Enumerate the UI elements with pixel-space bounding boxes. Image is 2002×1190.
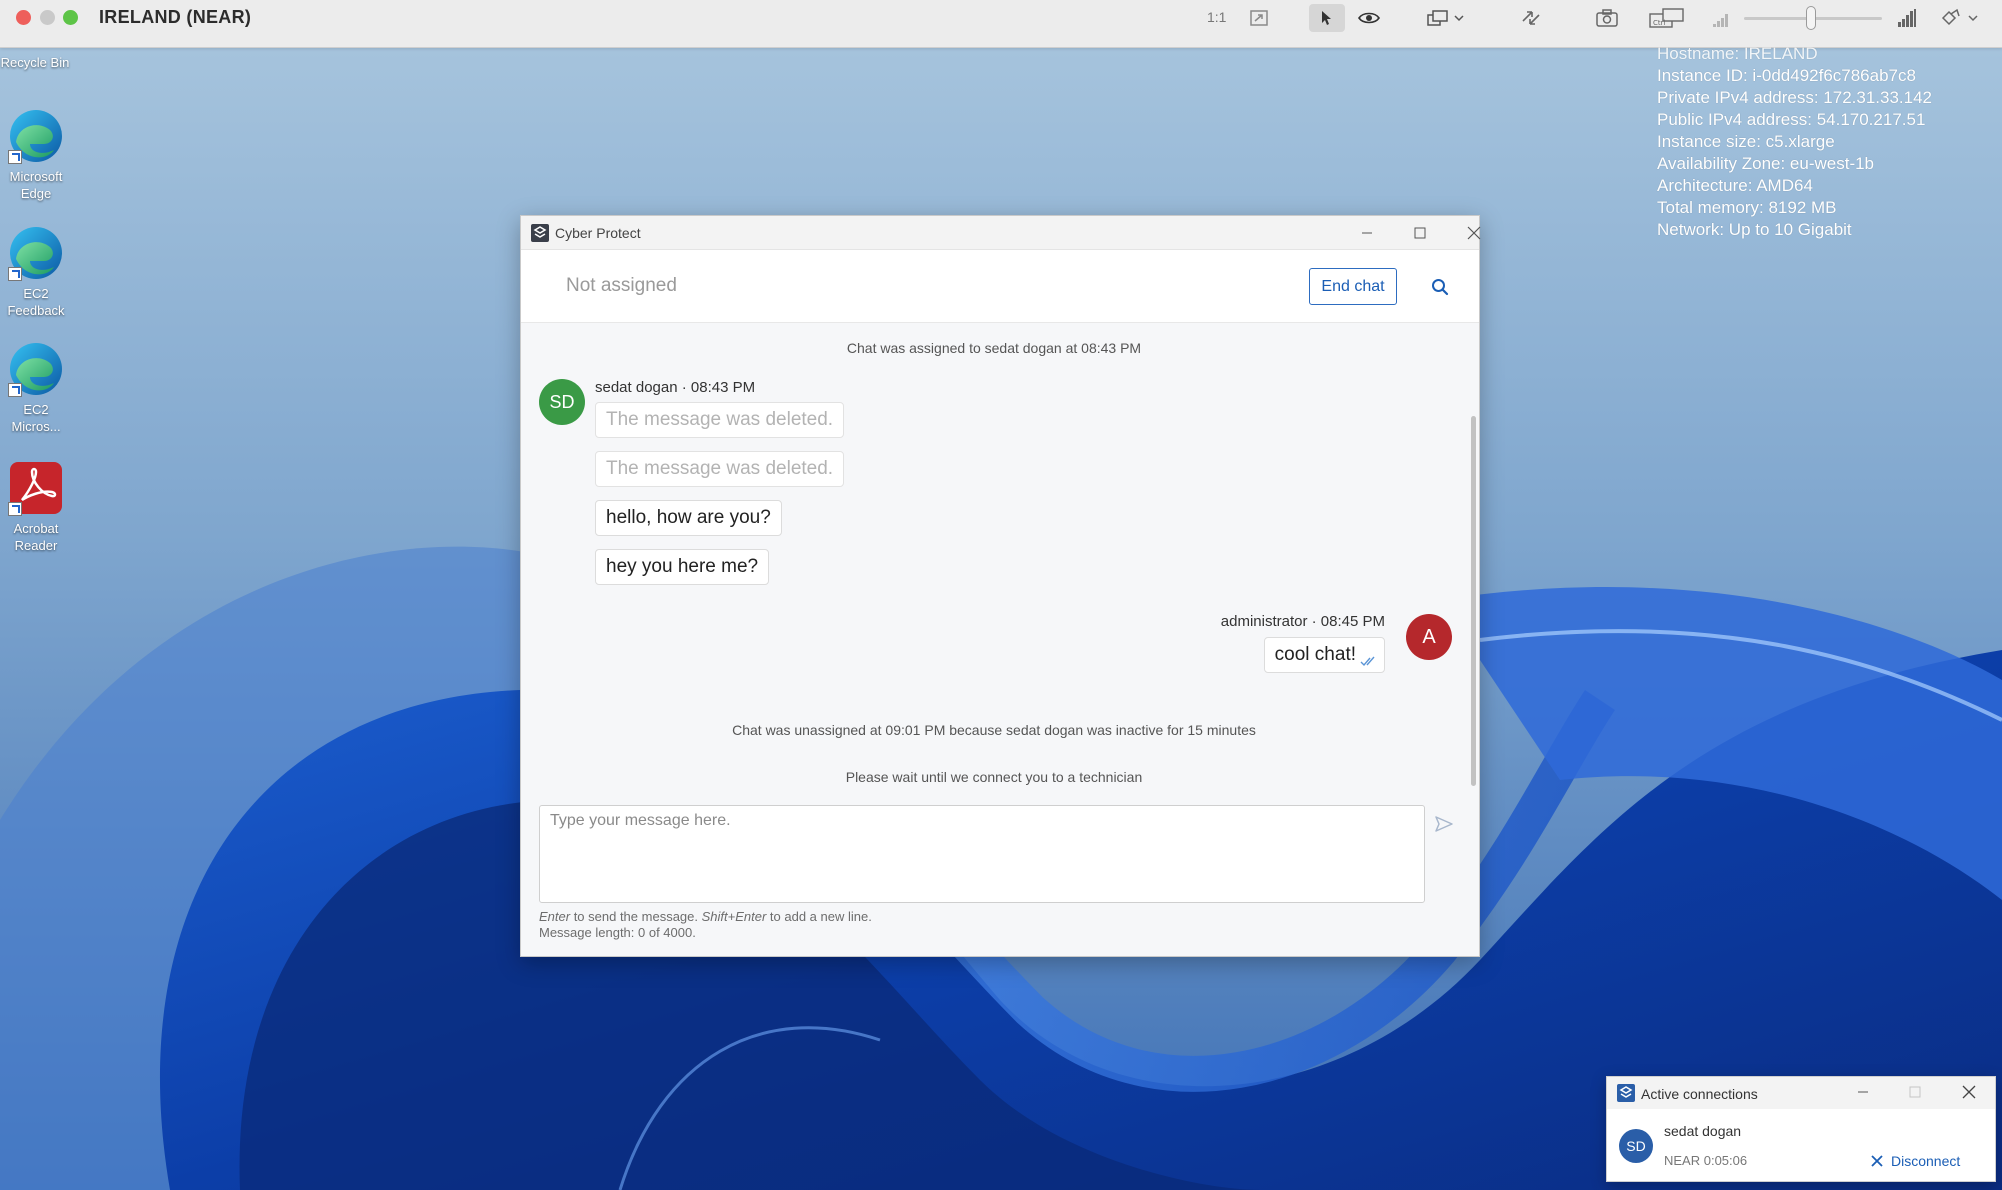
architecture-line: Architecture: AMD64 xyxy=(1657,176,1813,195)
read-receipt-icon xyxy=(1360,652,1378,667)
edge-icon xyxy=(8,225,64,281)
viewer-title: IRELAND (NEAR) xyxy=(99,7,252,27)
chat-header: Not assigned End chat xyxy=(521,250,1479,323)
close-icon xyxy=(1871,1155,1883,1167)
message-bubble-deleted: The message was deleted. xyxy=(595,451,845,487)
desktop-icon-label: Recycle Bin xyxy=(0,55,70,70)
quality-high-icon[interactable] xyxy=(1896,4,1918,32)
active-connections-titlebar[interactable]: Active connections xyxy=(1607,1077,1995,1109)
quality-low-icon[interactable] xyxy=(1710,4,1732,32)
svg-text:Ctrl: Ctrl xyxy=(1653,19,1666,27)
message-bubble-deleted: The message was deleted. xyxy=(595,402,845,438)
active-connections-title: Active connections xyxy=(1641,1086,1758,1102)
cyber-protect-logo-icon xyxy=(1617,1084,1635,1102)
hint-shift-enter-key: Shift+Enter xyxy=(701,909,767,924)
acrobat-icon xyxy=(8,460,64,516)
remote-control-icon[interactable] xyxy=(1309,4,1345,32)
avatar: SD xyxy=(1619,1129,1653,1163)
total-memory-line: Total memory: 8192 MB xyxy=(1657,198,1837,217)
message-composer xyxy=(539,805,1425,903)
end-chat-button[interactable]: End chat xyxy=(1309,268,1397,305)
message-text: cool chat! xyxy=(1274,644,1356,665)
desktop-icon-label: Acrobat Reader xyxy=(13,521,59,553)
public-ip-line: Public IPv4 address: 54.170.217.51 xyxy=(1657,110,1926,129)
instance-info-overlay: Hostname: IRELAND Instance ID: i-0dd492f… xyxy=(1657,43,1932,241)
window-titlebar[interactable]: Cyber Protect xyxy=(521,216,1481,250)
message-bubble: hey you here me? xyxy=(595,549,770,585)
desktop-icon-label: EC2 Feedback xyxy=(7,286,65,318)
system-message-wait: Please wait until we connect you to a te… xyxy=(845,769,1143,785)
maximize-button xyxy=(1895,1079,1935,1105)
edge-icon xyxy=(8,108,64,164)
disconnect-label: Disconnect xyxy=(1891,1153,1961,1169)
minimize-button[interactable] xyxy=(1347,220,1387,246)
edge-icon xyxy=(8,341,64,397)
cyber-protect-chat-window: Cyber Protect Not assigned End chat Chat… xyxy=(520,215,1481,957)
system-message-unassigned: Chat was unassigned at 09:01 PM because … xyxy=(732,722,1256,738)
message-author: sedat dogan · 08:43 PM xyxy=(595,379,756,396)
private-ip-line: Private IPv4 address: 172.31.33.142 xyxy=(1657,88,1933,107)
message-bubble: hello, how are you? xyxy=(595,500,782,536)
message-length-counter: Message length: 0 of 4000. xyxy=(539,925,696,940)
hint-send-text: to send the message. xyxy=(570,909,702,924)
desktop-icon-ec2-micros[interactable]: EC2 Micros... xyxy=(1,341,71,435)
availability-zone-line: Availability Zone: eu-west-1b xyxy=(1657,154,1875,173)
search-icon[interactable] xyxy=(1426,273,1454,301)
composer-hint: Enter to send the message. Shift+Enter t… xyxy=(539,909,872,924)
desktop-icon-ec2-feedback[interactable]: EC2 Feedback xyxy=(1,225,71,319)
hostname-line: Hostname: IRELAND xyxy=(1657,44,1818,63)
zoom-window-button[interactable] xyxy=(63,10,78,25)
tools-icon[interactable] xyxy=(1938,4,1984,32)
cyber-protect-logo-icon xyxy=(531,224,549,242)
desktop-icon-label: EC2 Micros... xyxy=(11,402,61,434)
hint-enter-key: Enter xyxy=(539,909,571,924)
window-title: Cyber Protect xyxy=(555,225,641,241)
message-bubble-outgoing: cool chat! xyxy=(1263,637,1385,673)
close-button[interactable] xyxy=(1949,1079,1989,1105)
network-line: Network: Up to 10 Gigabit xyxy=(1657,220,1852,239)
fit-screen-icon[interactable] xyxy=(1248,4,1270,32)
view-only-icon[interactable] xyxy=(1356,4,1382,32)
desktop-icon-microsoft-edge[interactable]: Microsoft Edge xyxy=(1,108,71,202)
desktop-icon-acrobat-reader[interactable]: Acrobat Reader xyxy=(1,460,71,554)
system-message-assigned: Chat was assigned to sedat dogan at 08:4… xyxy=(846,340,1142,356)
close-button[interactable] xyxy=(1454,220,1494,246)
send-icon[interactable] xyxy=(1431,811,1457,837)
minimize-window-button[interactable] xyxy=(40,10,55,25)
hint-newline-text: to add a new line. xyxy=(766,909,872,924)
quality-slider-handle[interactable] xyxy=(1806,6,1816,30)
connection-protocol-time: NEAR 0:05:06 xyxy=(1664,1153,1748,1168)
instance-id-line: Instance ID: i-0dd492f6c786ab7c8 xyxy=(1657,66,1916,85)
minimize-button[interactable] xyxy=(1843,1079,1883,1105)
keyboard-icon[interactable]: Ctrl xyxy=(1648,4,1686,32)
message-input[interactable] xyxy=(540,806,1424,902)
active-connections-panel: Active connections SD sedat dogan NEAR 0… xyxy=(1606,1076,1996,1182)
desktop-icon-recycle-bin[interactable]: Recycle Bin xyxy=(0,54,70,71)
zoom-1to1-button[interactable]: 1:1 xyxy=(1207,9,1226,25)
multi-monitor-icon[interactable] xyxy=(1425,4,1469,32)
connection-user-name: sedat dogan xyxy=(1664,1123,1742,1139)
assignment-status: Not assigned xyxy=(566,275,677,296)
message-author: administrator · 08:45 PM xyxy=(1220,613,1385,630)
avatar: A xyxy=(1406,614,1452,660)
chat-messages: Chat was assigned to sedat dogan at 08:4… xyxy=(521,323,1467,789)
screenshot-icon[interactable] xyxy=(1594,4,1620,32)
transfer-icon[interactable] xyxy=(1518,4,1544,32)
chat-scrollbar[interactable] xyxy=(1471,416,1476,786)
remote-viewer-toolbar: IRELAND (NEAR) 1:1 Ctrl xyxy=(0,0,2002,48)
avatar: SD xyxy=(539,379,585,425)
instance-size-line: Instance size: c5.xlarge xyxy=(1657,132,1835,151)
disconnect-button[interactable]: Disconnect xyxy=(1871,1153,1960,1169)
desktop-icon-label: Microsoft Edge xyxy=(9,169,63,201)
close-window-button[interactable] xyxy=(16,10,31,25)
maximize-button[interactable] xyxy=(1400,220,1440,246)
